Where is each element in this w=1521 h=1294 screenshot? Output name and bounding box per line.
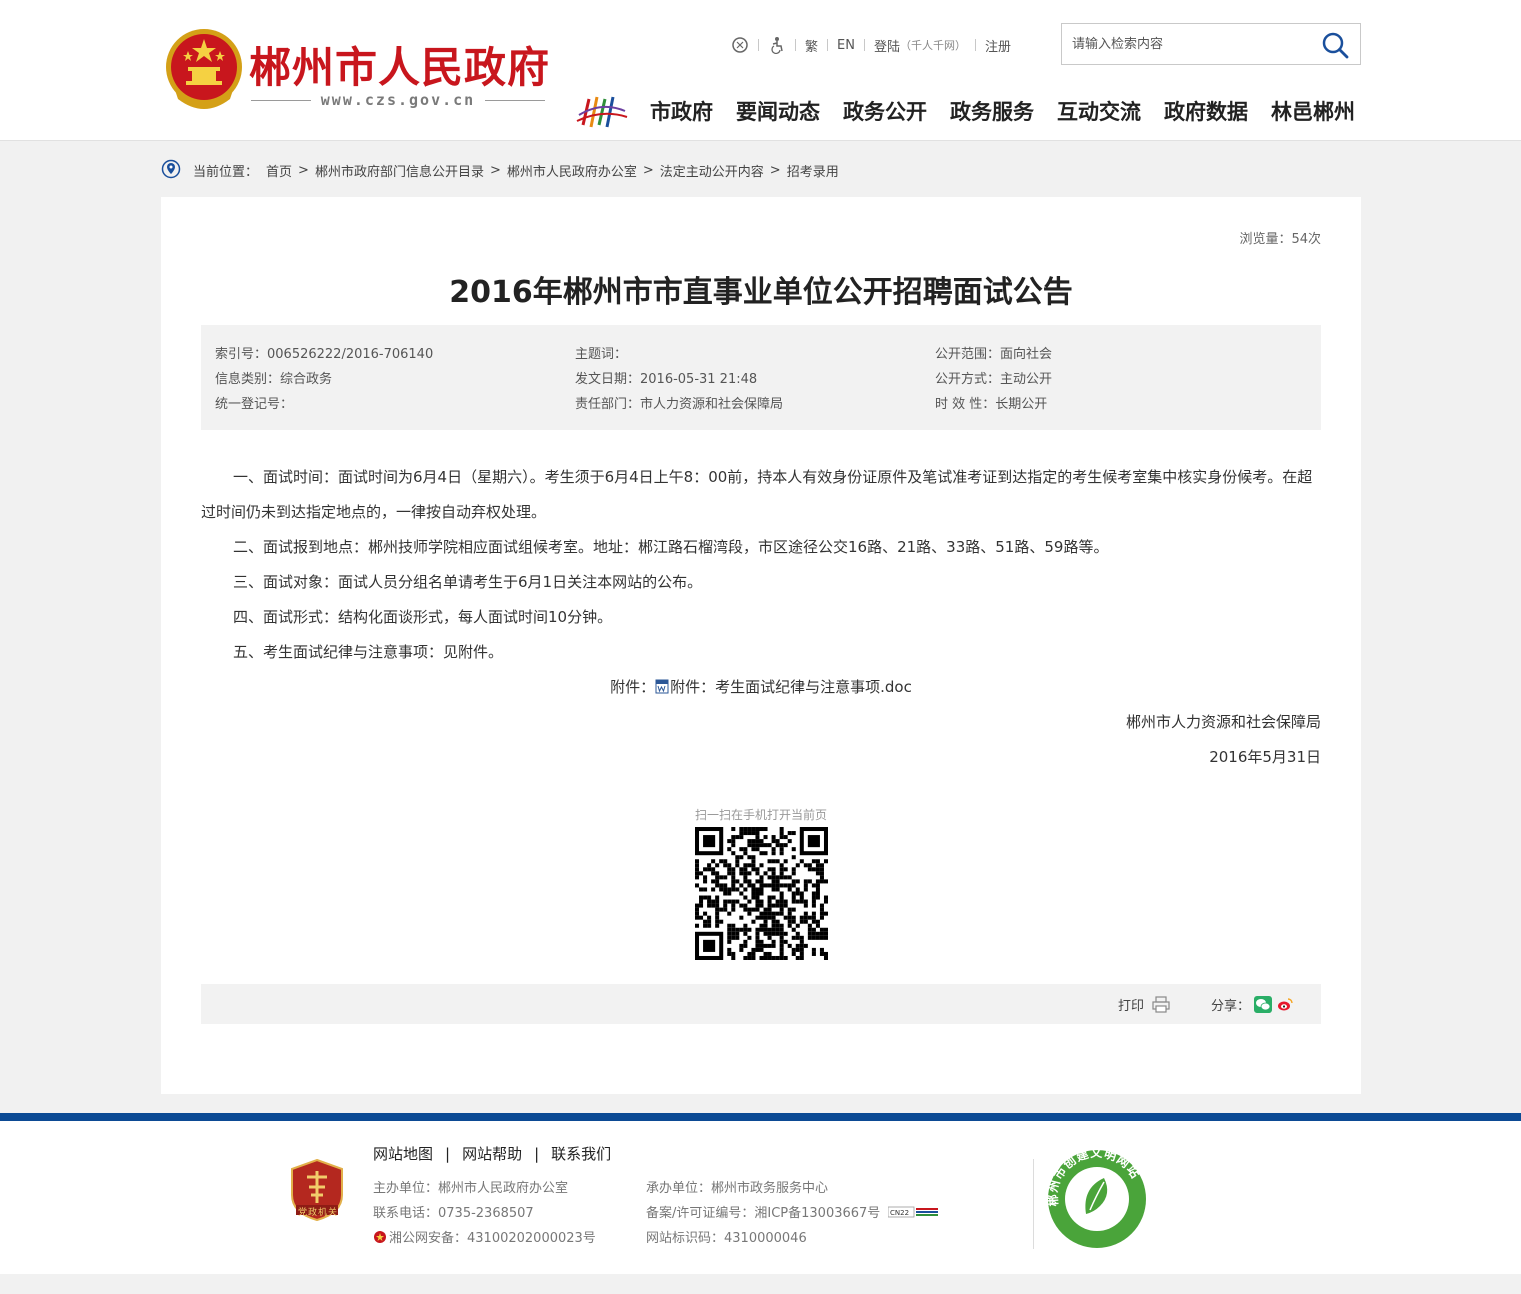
footer-contact-link[interactable]: 联系我们 xyxy=(551,1143,611,1164)
footer-top-bar xyxy=(0,1113,1521,1121)
print-label: 打印 xyxy=(1118,998,1145,1014)
meta-department: 责任部门：市人力资源和社会保障局 xyxy=(575,397,784,412)
footer-police-record[interactable]: 湘公网安备：43100202000023号 xyxy=(373,1227,596,1246)
accessibility-icon xyxy=(771,37,783,54)
paragraph-interview-time: 一、面试时间：面试时间为6月4日（星期六）。考生须于6月4日上午8：00前，持本… xyxy=(201,468,1313,521)
footer-separator: | xyxy=(445,1144,451,1163)
attachment-link[interactable]: 附件：考生面试纪律与注意事项.doc xyxy=(670,678,912,696)
accessibility-link[interactable] xyxy=(759,36,795,54)
qr-code-icon xyxy=(695,827,828,960)
meta-method: 公开方式：主动公开 xyxy=(935,372,1053,387)
footer-site-id: 网站标识码：4310000046 xyxy=(646,1231,807,1246)
elder-care-icon xyxy=(732,37,748,53)
elder-mode-link[interactable] xyxy=(722,36,758,54)
breadcrumb: 当前位置： 首页 > 郴州市政府部门信息公开目录 > 郴州市人民政府办公室 > … xyxy=(161,158,839,182)
svg-text:郴州市创建文明网站: 郴州市创建文明网站 xyxy=(1046,1148,1144,1207)
signature: 郴州市人力资源和社会保障局 xyxy=(1125,713,1321,731)
paragraph-interview-format: 四、面试形式：结构化面谈形式，每人面试时间10分钟。 xyxy=(233,608,613,626)
share-group: 分享： xyxy=(1211,984,1295,1024)
nav-open-government[interactable]: 政务公开 xyxy=(843,95,927,129)
share-label: 分享： xyxy=(1211,998,1251,1014)
footer-sitemap-link[interactable]: 网站地图 xyxy=(373,1143,433,1164)
site-url: www.czs.gov.cn xyxy=(251,90,545,110)
svg-text:CN22: CN22 xyxy=(890,1209,909,1217)
nav-linyi-chenzhou[interactable]: 林邑郴州 xyxy=(1271,95,1355,129)
search-input[interactable] xyxy=(1062,24,1312,64)
article-card: 浏览量：54次 2016年郴州市市直事业单位公开招聘面试公告 索引号：00652… xyxy=(161,197,1361,1094)
breadcrumb-separator: > xyxy=(769,162,781,178)
breadcrumb-separator: > xyxy=(298,162,309,178)
meta-subject: 主题词： xyxy=(575,347,628,362)
attachment-line: 附件： 附件：考生面试纪律与注意事项.doc xyxy=(201,670,1321,705)
site-url-text: www.czs.gov.cn xyxy=(320,91,476,109)
traditional-chinese-link[interactable]: 繁 xyxy=(796,36,827,55)
breadcrumb-separator: > xyxy=(489,162,501,178)
article-toolbar: 打印 分享： xyxy=(201,984,1321,1024)
meta-reg-no: 统一登记号： xyxy=(215,397,294,412)
national-emblem-icon xyxy=(166,29,242,109)
search-icon[interactable] xyxy=(1320,30,1350,60)
breadcrumb-office[interactable]: 郴州市人民政府办公室 xyxy=(507,161,637,180)
meta-index-no: 索引号：006526222/2016-706140 xyxy=(215,347,434,362)
cnnic-icon: CN22 xyxy=(888,1206,939,1217)
site-title[interactable]: 郴州市人民政府 xyxy=(249,34,550,95)
linyi-chenzhou-logo-icon xyxy=(576,96,628,128)
footer-police-text: 湘公网安备：43100202000023号 xyxy=(389,1231,596,1246)
breadcrumb-label: 当前位置： xyxy=(193,164,259,180)
view-count: 浏览量：54次 xyxy=(1239,232,1321,247)
nav-city-government[interactable]: 市政府 xyxy=(650,95,713,129)
search-box xyxy=(1061,23,1361,65)
meta-category: 信息类别：综合政务 xyxy=(215,372,333,387)
civilized-website-badge-text: 郴州市创建文明网站 xyxy=(1046,1148,1144,1207)
paragraph-interview-location: 二、面试报到地点：郴州技师学院相应面试组候考室。地址：郴江路石榴湾段，市区途径公… xyxy=(233,538,1109,556)
nav-government-services[interactable]: 政务服务 xyxy=(950,95,1034,129)
word-doc-icon xyxy=(655,679,669,694)
login-note: （千人千网） xyxy=(899,39,966,52)
nav-government-data[interactable]: 政府数据 xyxy=(1164,95,1248,129)
footer-phone: 联系电话：0735-2368507 xyxy=(373,1206,534,1221)
meta-validity: 时 效 性：长期公开 xyxy=(935,397,1048,412)
print-button[interactable]: 打印 xyxy=(1118,984,1170,1024)
article-body: 一、面试时间：面试时间为6月4日（星期六）。考生须于6月4日上午8：00前，持本… xyxy=(201,460,1321,775)
footer-separator: | xyxy=(534,1144,540,1163)
login-label: 登陆 xyxy=(873,39,900,55)
meta-scope: 公开范围：面向社会 xyxy=(935,347,1053,362)
police-badge-icon xyxy=(374,1230,386,1243)
qr-caption: 扫一扫在手机打开当前页 xyxy=(694,808,827,822)
top-links: 繁 EN 登陆 （千人千网） 注册 xyxy=(722,34,1020,56)
footer-undertaker: 承办单位：郴州市政务服务中心 xyxy=(646,1181,829,1196)
breadcrumb-separator: > xyxy=(642,162,654,178)
register-link[interactable]: 注册 xyxy=(976,36,1020,55)
breadcrumb-directory[interactable]: 郴州市政府部门信息公开目录 xyxy=(315,161,484,180)
nav-news[interactable]: 要闻动态 xyxy=(736,95,820,129)
paragraph-discipline: 五、考生面试纪律与注意事项：见附件。 xyxy=(233,643,504,661)
location-pin-icon xyxy=(161,159,181,179)
breadcrumb-home[interactable]: 首页 xyxy=(266,161,292,180)
footer-sponsor: 主办单位：郴州市人民政府办公室 xyxy=(373,1181,569,1196)
site-footer: 党政机关 网站地图 | 网站帮助 | 联系我们 主办单位：郴州市人民政府办公室 … xyxy=(0,1121,1521,1274)
footer-icp-text: 备案/许可证编号：湘ICP备13003667号 xyxy=(646,1206,881,1221)
party-badge-text: 党政机关 xyxy=(298,1208,339,1218)
printer-icon xyxy=(1152,995,1170,1013)
english-link[interactable]: EN xyxy=(828,38,864,53)
footer-help-link[interactable]: 网站帮助 xyxy=(462,1143,522,1164)
weibo-icon[interactable] xyxy=(1276,995,1295,1013)
main-nav: 市政府 要闻动态 政务公开 政务服务 互动交流 政府数据 林邑郴州 xyxy=(650,95,1355,129)
article-meta: 索引号：006526222/2016-706140 信息类别：综合政务 统一登记… xyxy=(201,325,1321,430)
footer-icp[interactable]: 备案/许可证编号：湘ICP备13003667号 CN22 xyxy=(646,1202,939,1221)
attachment-label: 附件： xyxy=(610,678,656,696)
footer-links: 网站地图 | 网站帮助 | 联系我们 xyxy=(373,1143,611,1164)
site-header: 郴州市人民政府 www.czs.gov.cn 繁 EN 登陆 （千人千网） 注册… xyxy=(0,0,1521,141)
article-title: 2016年郴州市市直事业单位公开招聘面试公告 xyxy=(449,275,1073,310)
publish-date: 2016年5月31日 xyxy=(1209,748,1321,766)
breadcrumb-statutory[interactable]: 法定主动公开内容 xyxy=(660,161,764,180)
nav-interaction[interactable]: 互动交流 xyxy=(1057,95,1141,129)
footer-divider xyxy=(1033,1159,1034,1249)
breadcrumb-recruitment[interactable]: 招考录用 xyxy=(787,161,839,180)
meta-issue-date: 发文日期：2016-05-31 21:48 xyxy=(575,372,758,387)
paragraph-interview-candidates: 三、面试对象：面试人员分组名单请考生于6月1日关注本网站的公布。 xyxy=(233,573,703,591)
login-link[interactable]: 登陆 （千人千网） xyxy=(865,36,975,55)
wechat-icon[interactable] xyxy=(1254,995,1273,1013)
